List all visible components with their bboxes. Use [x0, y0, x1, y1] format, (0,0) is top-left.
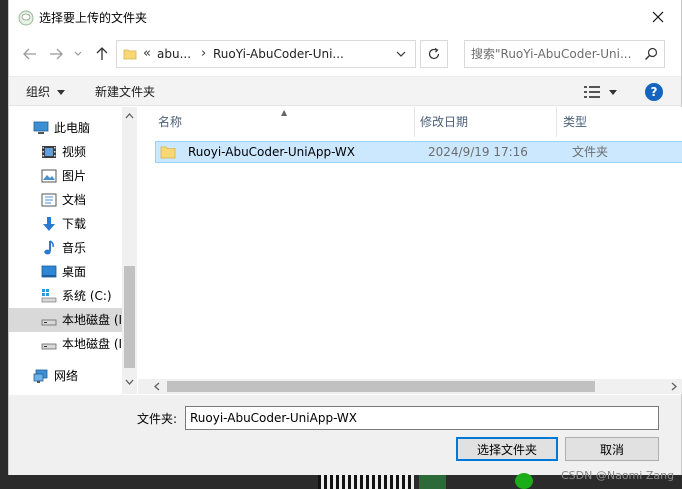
nav-item-videos[interactable]: 视频	[9, 140, 123, 164]
column-header-type[interactable]: 类型	[543, 107, 682, 137]
system-drive-icon	[41, 289, 57, 303]
column-header-modified[interactable]: 修改日期	[400, 107, 544, 137]
nav-label: 桌面	[62, 265, 87, 279]
nav-label: 本地磁盘 (I	[62, 313, 122, 327]
nav-item-system-drive[interactable]: 系统 (C:)	[9, 284, 123, 308]
nav-item-music[interactable]: 音乐	[9, 236, 123, 260]
folder-icon	[160, 146, 176, 159]
close-button[interactable]	[635, 0, 681, 34]
nav-item-this-pc[interactable]: 此电脑	[9, 116, 123, 140]
arrow-left-icon	[23, 48, 36, 60]
column-label: 修改日期	[420, 115, 469, 129]
breadcrumb-segment[interactable]: abu...	[157, 46, 191, 62]
dialog-footer: 文件夹: 选择文件夹 取消	[9, 395, 681, 475]
up-button[interactable]	[91, 43, 113, 65]
horizontal-scroll-thumb[interactable]	[167, 381, 595, 392]
command-bar: 组织 新建文件夹 ?	[9, 76, 681, 106]
folder-name-input[interactable]	[185, 406, 659, 430]
file-name: Ruoyi-AbuCoder-UniApp-WX	[188, 145, 355, 159]
nav-scrollbar[interactable]	[122, 107, 137, 394]
nav-item-desktop[interactable]: 桌面	[9, 260, 123, 284]
background-qr-code	[318, 475, 414, 489]
nav-label: 本地磁盘 (I	[62, 337, 122, 351]
nav-item-network[interactable]: 网络	[9, 364, 123, 388]
file-type: 文件夹	[572, 145, 609, 159]
nav-item-documents[interactable]: 文档	[9, 188, 123, 212]
nav-label: 视频	[62, 145, 87, 159]
refresh-button[interactable]	[420, 40, 448, 68]
view-options-icon[interactable]	[583, 85, 601, 99]
chevron-down-icon[interactable]	[609, 90, 617, 95]
folder-name-label: 文件夹:	[137, 412, 178, 426]
organize-button[interactable]: 组织	[26, 84, 50, 100]
column-header-name[interactable]: 名称	[138, 107, 414, 137]
scroll-right-icon[interactable]	[671, 382, 677, 391]
title-bar: 选择要上传的文件夹	[9, 0, 681, 36]
nav-label: 音乐	[62, 241, 87, 255]
nav-label: 网络	[54, 369, 79, 383]
back-button[interactable]	[19, 43, 41, 65]
close-icon	[652, 11, 664, 23]
help-button[interactable]: ?	[645, 83, 663, 101]
cancel-button[interactable]: 取消	[565, 437, 659, 461]
file-modified: 2024/9/19 17:16	[428, 145, 528, 159]
search-box[interactable]	[464, 40, 665, 68]
nav-item-downloads[interactable]: 下载	[9, 212, 123, 236]
watermark: CSDN @Naomi Zang	[561, 469, 675, 482]
scroll-up-icon[interactable]	[125, 113, 134, 119]
drive-icon	[41, 343, 57, 350]
scroll-down-icon[interactable]	[125, 379, 134, 385]
recent-dropdown[interactable]	[71, 43, 85, 65]
cancel-label: 取消	[599, 442, 624, 457]
column-label: 类型	[563, 115, 588, 129]
breadcrumb-segment[interactable]: RuoYi-AbuCoder-Uni...	[213, 46, 344, 62]
download-icon	[43, 217, 55, 231]
background-panel	[419, 475, 446, 489]
arrow-up-icon	[96, 47, 108, 60]
nav-label: 此电脑	[54, 121, 91, 135]
nav-item-pictures[interactable]: 图片	[9, 164, 123, 188]
select-folder-label: 选择文件夹	[476, 442, 537, 457]
scroll-left-icon[interactable]	[154, 382, 160, 391]
search-icon	[645, 47, 658, 60]
forward-button[interactable]	[45, 43, 67, 65]
search-input[interactable]	[471, 45, 639, 63]
desktop-icon	[41, 265, 57, 278]
new-folder-button[interactable]: 新建文件夹	[95, 84, 155, 100]
arrow-right-icon	[50, 48, 63, 60]
file-list: ▲ 名称 修改日期 类型 Ruoyi-AbuCoder-UniApp-WX 20…	[138, 107, 682, 394]
breadcrumb-overflow[interactable]: «	[143, 45, 151, 63]
folder-icon	[123, 49, 137, 60]
nav-label: 系统 (C:)	[62, 289, 112, 303]
navigation-pane: 此电脑 视频 图片 文档 下载 音乐 桌面 系统 (C:) 本地磁盘 (I 本地…	[9, 107, 137, 394]
address-bar[interactable]: « abu... › RuoYi-AbuCoder-Uni...	[116, 40, 416, 68]
chevron-down-icon	[74, 51, 82, 56]
app-icon	[18, 10, 34, 26]
window-title: 选择要上传的文件夹	[39, 11, 148, 25]
wechat-icon	[515, 473, 533, 489]
nav-item-local-disk-1[interactable]: 本地磁盘 (I	[9, 308, 123, 332]
video-icon	[42, 146, 56, 158]
picture-icon	[41, 169, 57, 183]
drive-icon	[41, 319, 57, 326]
horizontal-scrollbar[interactable]	[138, 379, 682, 394]
nav-scroll-thumb[interactable]	[124, 266, 135, 368]
file-row[interactable]: Ruoyi-AbuCoder-UniApp-WX 2024/9/19 17:16…	[155, 141, 682, 163]
chevron-down-icon	[396, 51, 406, 57]
refresh-icon	[428, 47, 440, 60]
network-icon	[33, 369, 48, 383]
nav-item-local-disk-2[interactable]: 本地磁盘 (I	[9, 332, 123, 356]
nav-label: 下载	[62, 217, 87, 231]
file-dialog: 选择要上传的文件夹 « abu... › RuoYi-AbuCoder-Uni.…	[8, 0, 682, 475]
chevron-down-icon[interactable]	[57, 90, 65, 95]
select-folder-button[interactable]: 选择文件夹	[456, 437, 558, 461]
computer-icon	[33, 121, 49, 134]
document-icon	[41, 193, 57, 207]
breadcrumb-separator[interactable]: ›	[201, 45, 206, 63]
music-icon	[44, 240, 54, 255]
nav-label: 文档	[62, 193, 87, 207]
nav-label: 图片	[62, 169, 87, 183]
column-label: 名称	[158, 115, 183, 129]
address-dropdown[interactable]	[388, 41, 414, 67]
